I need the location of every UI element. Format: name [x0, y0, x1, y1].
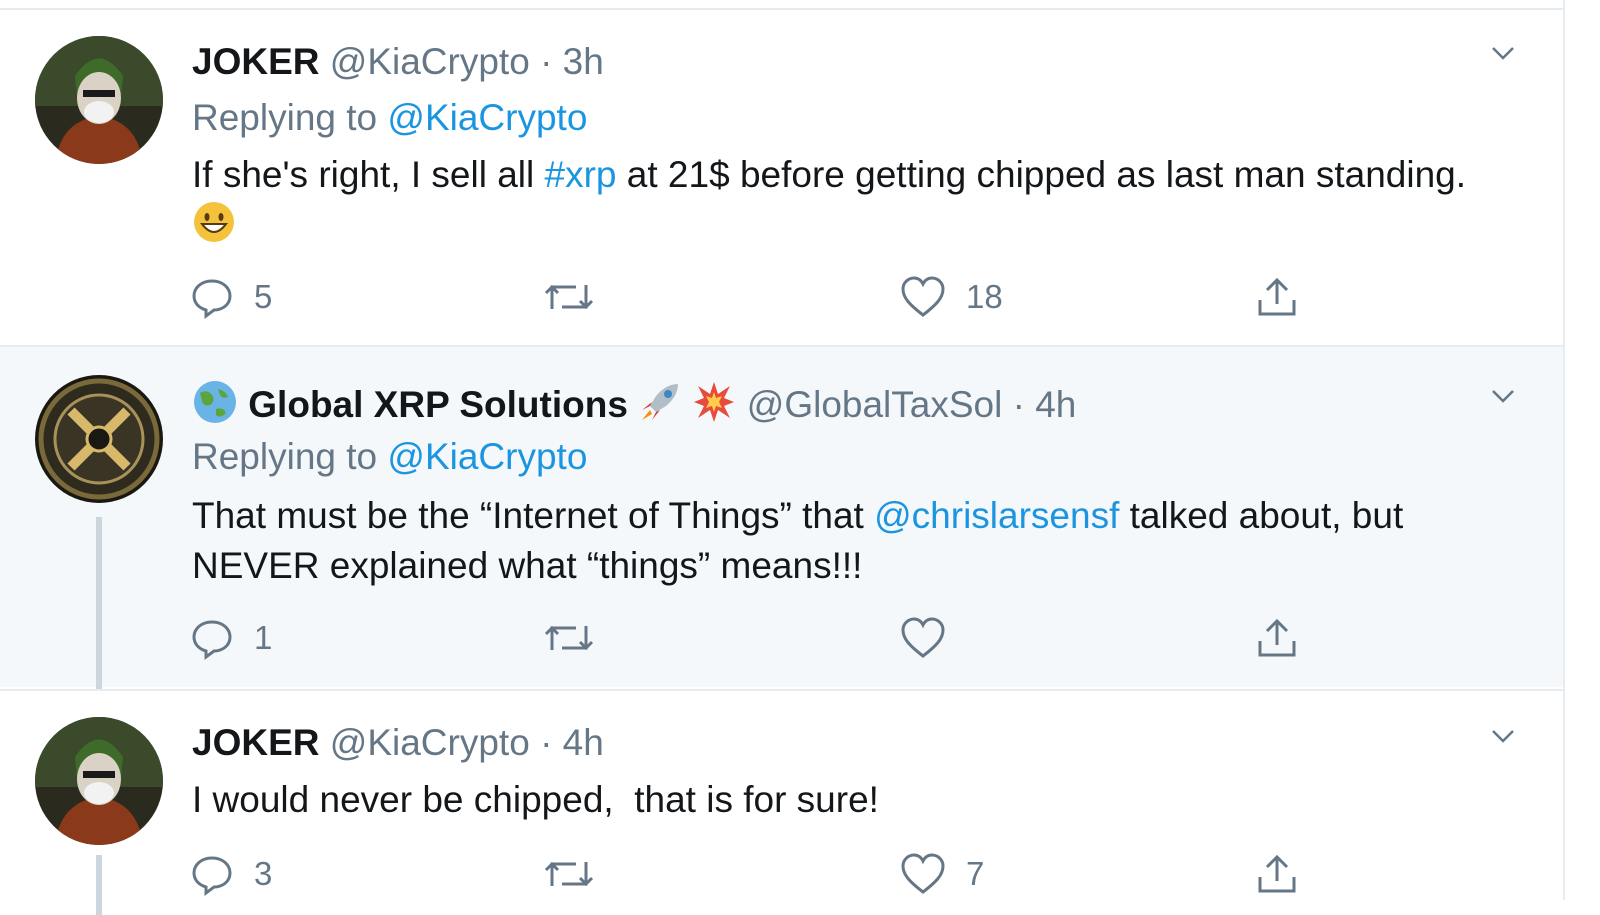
- chevron-down-icon: [1492, 47, 1514, 60]
- chevron-down-icon: [1492, 390, 1514, 403]
- more-options-button[interactable]: [1488, 38, 1518, 68]
- separator-dot: ·: [1012, 383, 1025, 425]
- reply-icon: [192, 856, 232, 896]
- reply-button[interactable]: 5: [190, 272, 272, 322]
- heart-icon: [901, 276, 945, 317]
- mention-link[interactable]: @chrislarsensf: [874, 495, 1119, 536]
- tweet-header: Global XRP Solutions @GlobalTaxSol · 4h: [192, 379, 1076, 435]
- tweet-actions: 3 7: [190, 849, 1340, 899]
- replying-to: Replying to @KiaCrypto: [192, 435, 587, 479]
- share-button[interactable]: [1254, 613, 1300, 663]
- avatar-joker[interactable]: [35, 717, 163, 845]
- timeline-right-border: [1563, 0, 1565, 900]
- reply-icon: [192, 279, 232, 319]
- heart-icon: [901, 617, 945, 658]
- like-button[interactable]: 18: [900, 272, 1003, 322]
- replying-to-label: Replying to: [192, 436, 378, 477]
- tweet-header: JOKER @KiaCrypto · 3h: [192, 40, 604, 84]
- user-handle[interactable]: @KiaCrypto: [330, 722, 530, 763]
- reply-count: 3: [254, 855, 273, 892]
- user-handle[interactable]: @KiaCrypto: [330, 41, 530, 82]
- share-button[interactable]: [1254, 849, 1300, 899]
- retweet-icon: [544, 625, 594, 651]
- tweet-text: That must be the “Internet of Things” th…: [192, 491, 1512, 591]
- tweet-1[interactable]: JOKER @KiaCrypto · 3h Replying to @KiaCr…: [0, 10, 1563, 347]
- more-options-button[interactable]: [1488, 721, 1518, 751]
- tweet-text: If she's right, I sell all #xrp at 21$ b…: [192, 150, 1512, 257]
- hashtag-link[interactable]: #xrp: [545, 154, 617, 195]
- display-name[interactable]: JOKER: [192, 41, 319, 82]
- collision-icon: [692, 380, 736, 434]
- globe-icon: [192, 379, 238, 435]
- tweet-header: JOKER @KiaCrypto · 4h: [192, 721, 604, 765]
- retweet-button[interactable]: [542, 613, 616, 663]
- like-count: 18: [966, 278, 1003, 315]
- tweet-2[interactable]: Global XRP Solutions @GlobalTaxSol · 4h …: [0, 347, 1563, 689]
- timestamp[interactable]: 3h: [563, 41, 604, 82]
- separator-dot: ·: [540, 41, 553, 82]
- share-icon: [1258, 618, 1296, 657]
- reply-button[interactable]: 3: [190, 849, 272, 899]
- timestamp[interactable]: 4h: [1035, 384, 1076, 425]
- replying-to-handle[interactable]: @KiaCrypto: [387, 97, 587, 138]
- replying-to: Replying to @KiaCrypto: [192, 96, 587, 140]
- timestamp[interactable]: 4h: [563, 722, 604, 763]
- chevron-down-icon: [1492, 730, 1514, 743]
- separator-dot: ·: [540, 722, 553, 763]
- display-name[interactable]: JOKER: [192, 722, 319, 763]
- tweet-text-part: If she's right, I sell all: [192, 154, 545, 195]
- rocket-icon: [638, 380, 682, 434]
- tweet-actions: 1: [190, 613, 1340, 663]
- retweet-icon: [544, 861, 594, 887]
- reply-icon: [192, 620, 232, 660]
- share-icon: [1258, 854, 1296, 893]
- share-button[interactable]: [1254, 272, 1300, 322]
- replying-to-label: Replying to: [192, 97, 378, 138]
- retweet-button[interactable]: [542, 849, 616, 899]
- like-button[interactable]: 7: [900, 849, 984, 899]
- tweet-actions: 5 18: [190, 272, 1340, 322]
- reply-button[interactable]: 1: [190, 613, 272, 663]
- thread-connector: [96, 517, 102, 689]
- retweet-button[interactable]: [542, 272, 616, 322]
- retweet-icon: [544, 284, 594, 310]
- share-icon: [1258, 277, 1296, 316]
- tweet-text: I would never be chipped, that is for su…: [192, 779, 879, 820]
- tweet-text-part: That must be the “Internet of Things” th…: [192, 495, 875, 536]
- avatar-joker[interactable]: [35, 36, 163, 164]
- reply-count: 5: [254, 278, 273, 315]
- replying-to-handle[interactable]: @KiaCrypto: [387, 436, 587, 477]
- grinning-face-icon: [192, 200, 236, 257]
- like-count: 7: [966, 855, 985, 892]
- tweet-3[interactable]: JOKER @KiaCrypto · 4h I would never be c…: [0, 689, 1563, 915]
- thread-connector: [96, 855, 102, 915]
- like-button[interactable]: [900, 613, 966, 663]
- user-handle[interactable]: @GlobalTaxSol: [747, 384, 1003, 425]
- heart-icon: [901, 853, 945, 894]
- display-name[interactable]: Global XRP Solutions: [248, 384, 628, 425]
- avatar-global-xrp[interactable]: [35, 375, 163, 503]
- reply-count: 1: [254, 619, 273, 656]
- more-options-button[interactable]: [1488, 381, 1518, 411]
- tweet-text-part: at 21$ before getting chipped as last ma…: [616, 154, 1467, 195]
